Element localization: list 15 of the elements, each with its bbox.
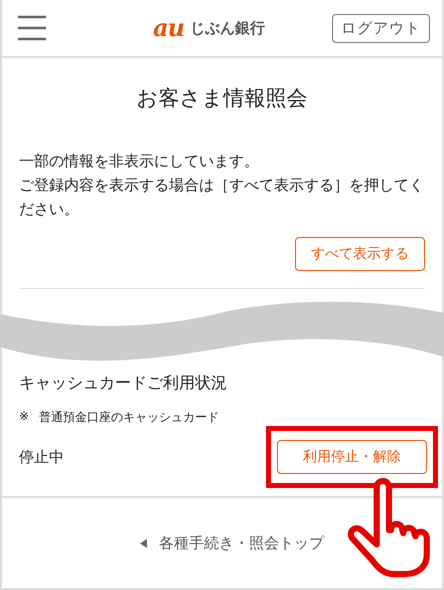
page-title: お客さま情報照会 xyxy=(136,85,308,112)
note-text: 普通預金口座のキャッシュカード xyxy=(39,409,220,426)
show-all-button[interactable]: すべて表示する xyxy=(295,237,425,271)
menu-icon[interactable] xyxy=(18,15,46,41)
logout-button[interactable]: ログアウト xyxy=(332,14,430,42)
logo-text: じぶん銀行 xyxy=(190,18,265,38)
info-message: ご登録内容を表示する場合は［すべて表示する］を押してください。 xyxy=(19,175,425,220)
logo-mark: au xyxy=(153,16,184,40)
info-message: 一部の情報を非表示にしています。 xyxy=(19,151,260,172)
section-title: キャッシュカードご利用状況 xyxy=(19,373,228,394)
status-text: 停止中 xyxy=(19,448,64,466)
procedures-top-link[interactable]: 各種手続き・照会トップ xyxy=(159,534,324,552)
suspend-release-button[interactable]: 利用停止・解除 xyxy=(277,440,427,474)
note-mark: ※ xyxy=(19,409,30,425)
triangle-left-icon xyxy=(140,538,147,548)
